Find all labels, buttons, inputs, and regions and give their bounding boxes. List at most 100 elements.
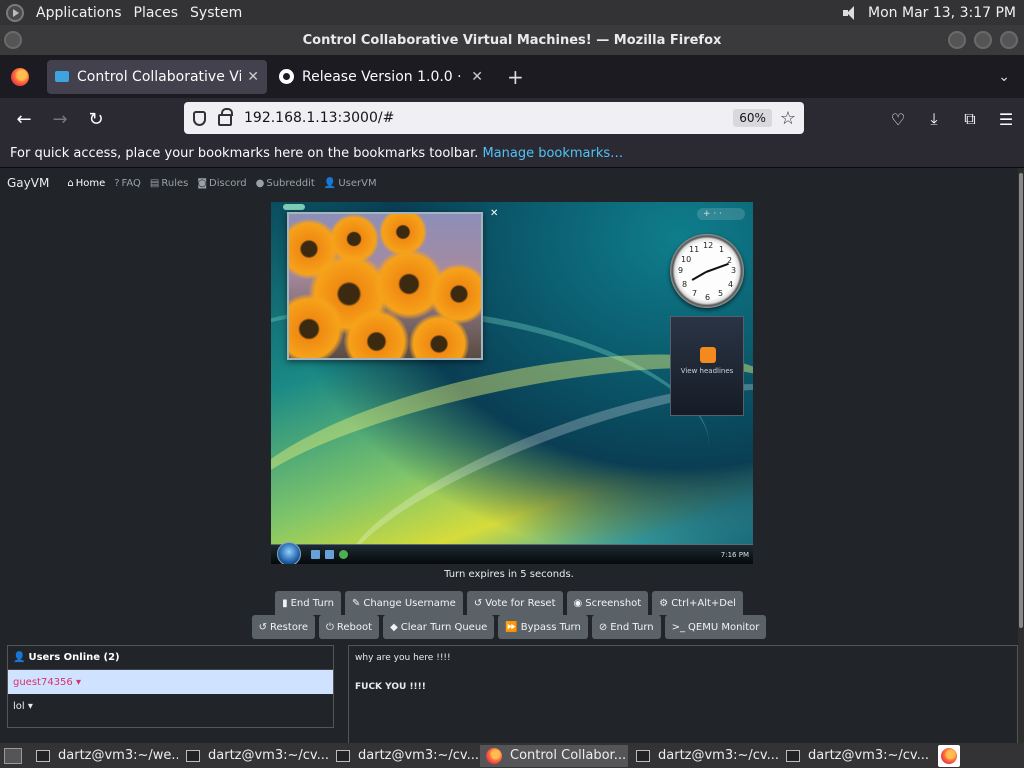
distro-logo-icon[interactable] xyxy=(6,3,24,22)
pocket-icon[interactable]: ♡ xyxy=(880,110,916,129)
nav-rules[interactable]: ▤ Rules xyxy=(150,178,188,189)
button-label: Vote for Reset xyxy=(485,597,556,609)
user-icon: 👤 xyxy=(323,177,337,189)
minimize-button[interactable] xyxy=(948,31,966,49)
places-menu[interactable]: Places xyxy=(134,5,179,21)
applications-menu[interactable]: Applications xyxy=(36,5,122,21)
zoom-indicator[interactable]: 60% xyxy=(733,109,772,127)
taskbar-item[interactable]: dartz@vm3:~/we... xyxy=(30,745,178,767)
taskbar-item-label: Control Collabor... xyxy=(510,748,627,763)
button-label: Reboot xyxy=(336,621,373,633)
reload-icon[interactable]: ↻ xyxy=(78,109,114,130)
vm-button-clear-turn-queue[interactable]: ◆ Clear Turn Queue xyxy=(383,615,495,639)
tab-release[interactable]: Release Version 1.0.0 · raspberry ✕ xyxy=(271,60,491,94)
back-icon[interactable]: ← xyxy=(6,109,42,130)
vm-quicklaunch-icon[interactable] xyxy=(311,550,320,559)
taskbar-item[interactable]: dartz@vm3:~/cv... xyxy=(180,745,328,767)
user-entry-self[interactable]: guest74356 ▾ xyxy=(8,670,333,694)
taskbar-item[interactable]: Control Collabor... xyxy=(480,744,628,767)
chevron-down-icon[interactable]: ⌄ xyxy=(998,69,1010,85)
vm-button-change-username[interactable]: ✎ Change Username xyxy=(344,591,463,615)
chat-panel: why are you here !!!! FUCK YOU !!!! xyxy=(348,645,1018,743)
terminal-icon xyxy=(36,749,50,762)
user-entry[interactable]: lol ▾ xyxy=(8,694,333,718)
manage-bookmarks-link[interactable]: Manage bookmarks… xyxy=(482,146,623,161)
home-icon: ⌂ xyxy=(67,177,74,189)
button-glyph-icon: ▮ xyxy=(282,597,288,609)
window-title: Control Collaborative Virtual Machines! … xyxy=(302,32,722,48)
button-label: QEMU Monitor xyxy=(688,621,760,633)
close-tab-icon[interactable]: ✕ xyxy=(247,69,259,85)
window-titlebar[interactable]: Control Collaborative Virtual Machines! … xyxy=(0,25,1024,55)
nav-subreddit[interactable]: ● Subreddit xyxy=(256,178,315,189)
vm-button-qemu-monitor[interactable]: >_ QEMU Monitor xyxy=(664,615,767,639)
hamburger-menu-icon[interactable]: ☰ xyxy=(988,110,1024,129)
page-scrollbar[interactable] xyxy=(1018,168,1024,743)
vm-sidebar-controls[interactable]: + · · xyxy=(697,208,745,220)
vm-close-icon[interactable]: ✕ xyxy=(490,208,498,219)
url-input[interactable]: 192.168.1.13:3000/# xyxy=(244,110,733,126)
tab-cvm[interactable]: Control Collaborative Virtual Machines! … xyxy=(47,59,267,94)
close-window-button[interactable] xyxy=(1000,31,1018,49)
maximize-button[interactable] xyxy=(974,31,992,49)
show-desktop-icon[interactable] xyxy=(4,747,22,764)
volume-icon[interactable] xyxy=(842,5,860,21)
vm-tray-time: 7:16 PM xyxy=(720,551,749,559)
button-glyph-icon: ✎ xyxy=(351,597,361,609)
taskbar-item[interactable]: dartz@vm3:~/cv... xyxy=(630,745,778,767)
firefox-launcher[interactable] xyxy=(938,744,960,767)
vm-button-reboot[interactable]: ⏻ Reboot xyxy=(318,615,380,639)
system-menu[interactable]: System xyxy=(190,5,242,21)
user-icon: 👤 xyxy=(13,652,26,663)
vm-feed-gadget[interactable]: View headlines xyxy=(670,316,744,416)
vm-ie-icon[interactable] xyxy=(339,550,348,559)
bottom-panel: dartz@vm3:~/we... dartz@vm3:~/cv... dartz@… xyxy=(0,743,1024,768)
button-label: Bypass Turn xyxy=(520,621,581,633)
vm-button-end-turn[interactable]: ▮ End Turn xyxy=(275,591,341,615)
nav-home[interactable]: ⌂ Home xyxy=(67,178,105,189)
toolbar-actions: ♡ ⤓ ⧉ ☰ xyxy=(880,98,1024,140)
button-glyph-icon: ↺ xyxy=(473,597,483,609)
vm-taskbar[interactable]: 7:16 PM xyxy=(271,542,753,564)
panel-menus: Applications Places System xyxy=(0,3,242,22)
vm-button-restore[interactable]: ↺ Restore xyxy=(251,615,315,639)
vm-button-ctrl-alt-del[interactable]: ⚙ Ctrl+Alt+Del xyxy=(652,591,743,615)
url-bar[interactable]: 192.168.1.13:3000/# 60% ☆ xyxy=(184,102,804,134)
bookmark-star-icon[interactable]: ☆ xyxy=(780,108,796,129)
vm-quicklaunch-icon[interactable] xyxy=(325,550,334,559)
button-glyph-icon: ⏻ xyxy=(325,621,334,633)
vm-recycle-bin-icon xyxy=(283,204,305,210)
vm-photo-window[interactable] xyxy=(287,212,483,360)
download-icon[interactable]: ⤓ xyxy=(916,109,952,129)
taskbar-item-label: dartz@vm3:~/cv... xyxy=(808,748,928,763)
close-tab-icon[interactable]: ✕ xyxy=(471,69,483,85)
vm-button-screenshot[interactable]: ◉ Screenshot xyxy=(566,591,649,615)
nav-discord[interactable]: ◙ Discord xyxy=(197,178,246,189)
nav-faq[interactable]: ? FAQ xyxy=(114,178,141,189)
site-brand[interactable]: GayVM xyxy=(7,176,49,190)
taskbar-item[interactable]: dartz@vm3:~/cv... xyxy=(330,745,478,767)
firefox-view-icon[interactable] xyxy=(11,67,29,86)
button-label: End Turn xyxy=(290,597,334,609)
panel-clock[interactable]: Mon Mar 13, 3:17 PM xyxy=(868,5,1016,21)
new-tab-icon[interactable]: + xyxy=(507,65,524,89)
button-glyph-icon: ⊘ xyxy=(598,621,608,633)
window-menu-button[interactable] xyxy=(4,31,22,49)
extensions-icon[interactable]: ⧉ xyxy=(952,109,988,129)
vm-button-end-turn[interactable]: ⊘ End Turn xyxy=(591,615,661,639)
scrollbar-thumb[interactable] xyxy=(1019,173,1023,628)
page-content: GayVM ⌂ Home ? FAQ ▤ Rules ◙ Discord ● Subred… xyxy=(0,168,1018,743)
vm-button-vote-for-reset[interactable]: ↺ Vote for Reset xyxy=(466,591,563,615)
vm-start-orb-icon[interactable] xyxy=(277,542,301,564)
taskbar-item[interactable]: dartz@vm3:~/cv... xyxy=(780,745,928,767)
taskbar-item-label: dartz@vm3:~/cv... xyxy=(208,748,328,763)
tracking-shield-icon[interactable] xyxy=(193,110,206,126)
book-icon: ▤ xyxy=(149,177,160,189)
vm-button-bypass-turn[interactable]: ⏩ Bypass Turn xyxy=(498,615,588,639)
nav-uservm[interactable]: 👤 UserVM xyxy=(324,178,377,189)
vm-screen[interactable]: ✕ + · · 12 1 2 3 4 5 6 7 8 9 10 11 View … xyxy=(271,202,753,564)
forward-icon[interactable]: → xyxy=(42,109,78,130)
button-glyph-icon: ◉ xyxy=(573,597,583,609)
connection-lock-icon[interactable] xyxy=(218,107,233,126)
terminal-icon xyxy=(786,749,800,762)
